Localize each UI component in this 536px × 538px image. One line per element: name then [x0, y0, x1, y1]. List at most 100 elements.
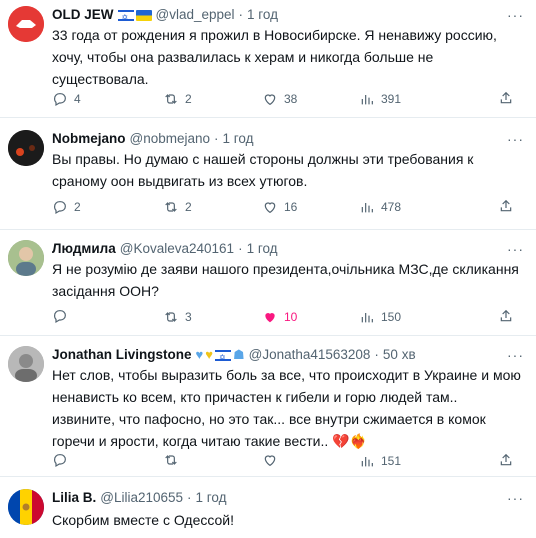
- retweet-count: 2: [185, 200, 192, 214]
- retweet-button[interactable]: [163, 452, 179, 468]
- timestamp[interactable]: 50 хв: [383, 346, 416, 364]
- tweet-text: Нет слов, чтобы выразить боль за все, чт…: [52, 367, 521, 449]
- like-button[interactable]: 16: [262, 198, 297, 216]
- share-button[interactable]: [498, 90, 514, 106]
- like-count: 10: [284, 310, 298, 324]
- israel-flag-icon: [117, 9, 134, 27]
- like-button[interactable]: 38: [262, 90, 297, 108]
- avatar[interactable]: [8, 346, 44, 382]
- reply-button[interactable]: 4: [52, 90, 81, 108]
- handle[interactable]: @nobmejano: [130, 130, 211, 148]
- more-options-icon[interactable]: ···: [507, 240, 524, 258]
- tweet[interactable]: Nobmejano @nobmejano · 1 год ··· Вы прав…: [0, 118, 536, 230]
- retweet-button[interactable]: 2: [163, 198, 192, 216]
- views-chart-icon: [361, 457, 373, 467]
- view-count: 150: [381, 310, 402, 324]
- display-name[interactable]: Jonathan Livingstone: [52, 346, 192, 364]
- action-bar: 3 10 150: [52, 308, 524, 326]
- avatar[interactable]: [8, 130, 44, 166]
- separator-dot: ·: [187, 490, 192, 505]
- handle[interactable]: @Jonatha41563208: [249, 346, 371, 364]
- views-button[interactable]: 151: [359, 452, 401, 470]
- tweet-text: Скорбим вместе с Одессой!: [52, 512, 235, 528]
- yellow-heart-icon: ♥: [205, 347, 213, 362]
- avatar[interactable]: [8, 489, 44, 525]
- share-icon: [500, 453, 512, 466]
- view-count: 478: [381, 200, 402, 214]
- more-options-icon[interactable]: ···: [507, 489, 524, 507]
- blue-heart-icon: ♥: [195, 347, 204, 362]
- timestamp[interactable]: 1 год: [247, 240, 278, 258]
- views-button[interactable]: 391: [359, 90, 401, 108]
- separator-dot: ·: [238, 241, 243, 256]
- like-button[interactable]: [262, 452, 278, 468]
- heart-icon: [264, 202, 276, 214]
- more-options-icon[interactable]: ···: [507, 346, 524, 364]
- tweet-text: Вы правы. Но думаю с нашей стороны должн…: [52, 151, 474, 189]
- reply-button[interactable]: 2: [52, 198, 81, 216]
- reply-icon: [54, 454, 66, 468]
- share-button[interactable]: [498, 198, 514, 214]
- timestamp[interactable]: 1 год: [196, 489, 227, 507]
- reply-icon: [54, 201, 66, 215]
- timestamp[interactable]: 1 год: [247, 6, 278, 24]
- share-button[interactable]: [498, 452, 514, 468]
- reply-count: 2: [74, 200, 81, 214]
- handle[interactable]: @Kovaleva240161: [120, 240, 234, 258]
- views-chart-icon: [361, 95, 373, 105]
- tweet[interactable]: Jonathan Livingstone ♥ ♥ ☗ @Jonatha41563…: [0, 336, 536, 477]
- retweet-count: 3: [185, 310, 192, 324]
- reply-button[interactable]: [52, 452, 68, 468]
- like-count: 16: [284, 200, 298, 214]
- action-bar: 2 2 16 478: [52, 198, 524, 216]
- reply-icon: [54, 310, 66, 324]
- share-icon: [500, 91, 512, 104]
- tweet[interactable]: Людмила @Kovaleva240161 · 1 год ··· Я не…: [0, 230, 536, 336]
- ukraine-flag-icon: [135, 9, 152, 21]
- retweet-count: 2: [185, 92, 192, 106]
- display-name[interactable]: Nobmejano: [52, 130, 126, 148]
- reply-icon: [54, 93, 66, 107]
- retweet-icon: [165, 312, 177, 322]
- retweet-icon: [165, 94, 177, 104]
- display-name[interactable]: Lilia B.: [52, 489, 96, 507]
- tweet-text: Я не розумію де заяви нашого президента,…: [52, 261, 519, 299]
- heart-icon: [264, 94, 276, 106]
- views-chart-icon: [361, 313, 373, 323]
- views-button[interactable]: 150: [359, 308, 401, 326]
- separator-dot: ·: [374, 347, 379, 362]
- israel-flag-icon: [214, 349, 231, 367]
- avatar[interactable]: [8, 240, 44, 276]
- views-button[interactable]: 478: [359, 198, 401, 216]
- action-bar: 4 2 38 391: [52, 90, 524, 108]
- moldova-flag-icon: [8, 489, 44, 525]
- avatar[interactable]: [8, 6, 44, 42]
- reply-button[interactable]: [52, 308, 68, 324]
- heart-icon: [264, 455, 276, 467]
- more-options-icon[interactable]: ···: [507, 6, 524, 24]
- timestamp[interactable]: 1 год: [223, 130, 254, 148]
- share-button[interactable]: [498, 308, 514, 324]
- share-icon: [500, 199, 512, 212]
- retweet-icon: [165, 202, 177, 212]
- display-name[interactable]: Людмила: [52, 240, 116, 258]
- tweet[interactable]: OLD JEW @vlad_eppel · 1 год ··· 33 года …: [0, 0, 536, 118]
- tweet-text: 33 года от рождения я прожил в Новосибир…: [52, 27, 497, 87]
- name-emoji: [117, 9, 152, 27]
- tweet[interactable]: Lilia B. @Lilia210655 · 1 год ··· Скорби…: [0, 477, 536, 538]
- retweet-button[interactable]: 2: [163, 90, 192, 108]
- like-button[interactable]: 10: [262, 308, 297, 326]
- name-emoji: ♥ ♥ ☗: [195, 346, 245, 367]
- retweet-button[interactable]: 3: [163, 308, 192, 326]
- action-bar: 151: [52, 452, 524, 470]
- reply-feed: OLD JEW @vlad_eppel · 1 год ··· 33 года …: [0, 0, 536, 538]
- retweet-icon: [165, 455, 177, 465]
- handle[interactable]: @vlad_eppel: [156, 6, 235, 24]
- handle[interactable]: @Lilia210655: [100, 489, 183, 507]
- people-hugging-icon: ☗: [232, 347, 245, 362]
- view-count: 151: [381, 454, 402, 468]
- more-options-icon[interactable]: ···: [507, 130, 524, 148]
- reply-count: 4: [74, 92, 81, 106]
- display-name[interactable]: OLD JEW: [52, 6, 114, 24]
- heart-filled-icon: [265, 313, 275, 323]
